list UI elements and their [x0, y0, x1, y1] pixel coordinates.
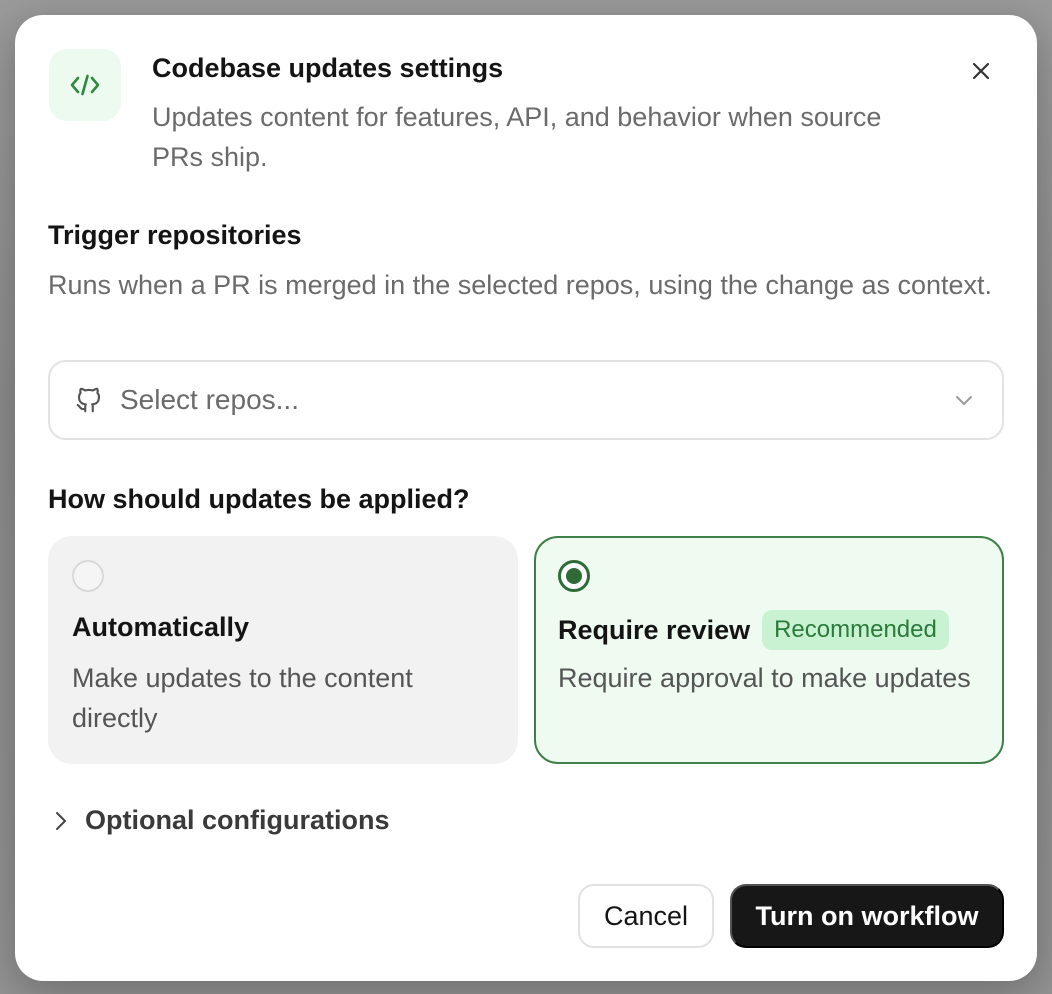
- option-title: Automatically: [72, 612, 249, 643]
- apply-section-title: How should updates be applied?: [48, 484, 470, 514]
- option-require-review-title: Require review: [558, 614, 751, 645]
- radio-selected-dot: [566, 568, 582, 584]
- turn-on-workflow-button[interactable]: Turn on workflow: [730, 884, 1004, 948]
- radio-automatically[interactable]: [72, 560, 104, 592]
- trigger-section-description: Runs when a PR is merged in the selected…: [48, 270, 993, 300]
- repo-select[interactable]: Select repos...: [48, 360, 1004, 440]
- option-automatically-description: Make updates to the content directly: [72, 663, 413, 733]
- optional-configurations-label: Optional configurations: [85, 805, 390, 835]
- repo-select-placeholder: Select repos...: [120, 384, 299, 415]
- optional-configurations-toggle[interactable]: Optional configurations: [51, 805, 390, 836]
- dialog-subtitle: Updates content for features, API, and b…: [152, 102, 882, 172]
- cancel-button[interactable]: Cancel: [578, 884, 714, 948]
- codebase-updates-dialog: Codebase updates settings Updates conten…: [15, 15, 1037, 981]
- chevron-down-icon: [956, 396, 972, 405]
- option-automatically[interactable]: Automatically Make updates to the conten…: [48, 536, 518, 764]
- github-icon: [76, 387, 101, 413]
- chevron-right-icon: [56, 811, 66, 830]
- close-button[interactable]: [965, 55, 997, 87]
- option-require-review[interactable]: Require review Recommended Require appro…: [534, 536, 1004, 764]
- recommended-badge: Recommended: [762, 610, 949, 650]
- dialog-title: Codebase updates settings: [152, 53, 504, 83]
- code-icon: [49, 49, 121, 121]
- close-icon: [972, 62, 990, 80]
- option-automatically-title: Automatically: [72, 612, 250, 642]
- radio-require-review[interactable]: [558, 560, 590, 592]
- trigger-section-title: Trigger repositories: [48, 220, 302, 250]
- option-require-review-description: Require approval to make updates: [558, 663, 971, 693]
- option-title: Require review Recommended: [558, 610, 949, 650]
